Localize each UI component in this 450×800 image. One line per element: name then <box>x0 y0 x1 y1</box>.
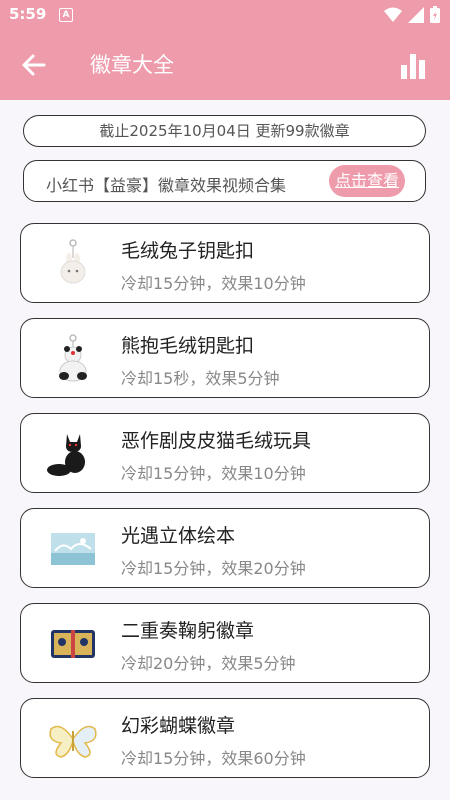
arrow-left-icon <box>22 54 46 76</box>
system-icons <box>384 6 440 23</box>
badge-desc: 冷却15分钟，效果20分钟 <box>121 559 306 578</box>
update-banner: 截止2025年10月04日 更新99款徽章 <box>23 115 426 147</box>
signal-icon <box>408 6 424 23</box>
badge-name: 熊抱毛绒钥匙扣 <box>121 335 255 357</box>
badge-card[interactable]: 光遇立体绘本 冷却15分钟，效果20分钟 <box>20 508 430 588</box>
app-bar: 徽章大全 <box>0 30 450 100</box>
black-cat-plush-icon <box>47 434 85 476</box>
status-bar: 5:59 A <box>0 0 450 30</box>
badge-card[interactable]: 二重奏鞠躬徽章 冷却20分钟，效果5分钟 <box>20 603 430 683</box>
badge-name: 二重奏鞠躬徽章 <box>121 620 255 642</box>
badge-card[interactable]: 毛绒兔子钥匙扣 冷却15分钟，效果10分钟 <box>20 223 430 303</box>
plush-bunny-keychain-icon <box>60 239 86 284</box>
panda-hug-keychain-icon <box>59 334 87 382</box>
badge-name: 光遇立体绘本 <box>121 525 236 547</box>
popup-book-icon <box>51 533 95 565</box>
video-link-text: 小红书【益豪】徽章效果视频合集 <box>46 176 287 195</box>
bar-chart-icon <box>401 54 425 79</box>
badge-name: 毛绒兔子钥匙扣 <box>121 240 255 262</box>
butterfly-badge-icon <box>49 725 97 758</box>
battery-icon <box>430 6 440 23</box>
badge-card[interactable]: 熊抱毛绒钥匙扣 冷却15秒，效果5分钟 <box>20 318 430 398</box>
duet-bow-badge-icon <box>51 630 95 658</box>
badge-desc: 冷却20分钟，效果5分钟 <box>121 654 296 673</box>
view-video-button[interactable]: 点击查看 <box>328 165 405 197</box>
page-title: 徽章大全 <box>90 53 174 77</box>
video-link-bar: 小红书【益豪】徽章效果视频合集 点击查看 <box>23 160 426 202</box>
stats-button[interactable] <box>398 51 428 81</box>
status-time: 5:59 <box>9 5 47 23</box>
badge-name: 恶作剧皮皮猫毛绒玩具 <box>121 430 312 452</box>
badge-desc: 冷却15分钟，效果10分钟 <box>121 464 306 483</box>
badge-card[interactable]: 幻彩蝴蝶徽章 冷却15分钟，效果60分钟 <box>20 698 430 778</box>
badge-desc: 冷却15分钟，效果10分钟 <box>121 274 306 293</box>
badge-name: 幻彩蝴蝶徽章 <box>121 715 236 737</box>
back-button[interactable] <box>18 50 50 80</box>
badge-desc: 冷却15秒，效果5分钟 <box>121 369 280 388</box>
badge-desc: 冷却15分钟，效果60分钟 <box>121 749 306 768</box>
notification-icon: A <box>59 8 73 22</box>
wifi-icon <box>384 7 402 22</box>
badge-card[interactable]: 恶作剧皮皮猫毛绒玩具 冷却15分钟，效果10分钟 <box>20 413 430 493</box>
